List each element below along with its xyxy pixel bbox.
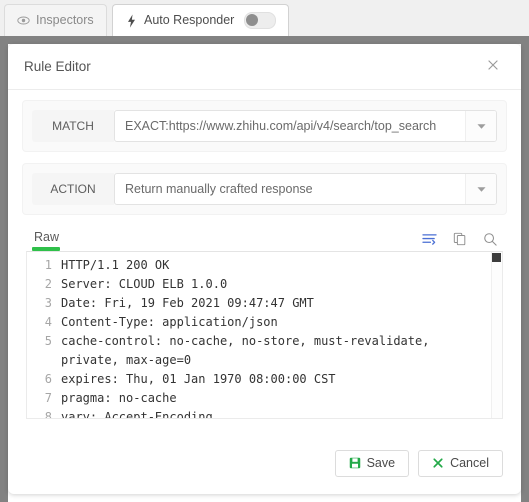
code-line: 3 Date: Fri, 19 Feb 2021 09:47:47 GMT	[27, 294, 502, 313]
dialog-header: Rule Editor	[8, 44, 521, 90]
action-row: ACTION Return manually crafted response	[22, 163, 507, 215]
tab-strip: Inspectors Auto Responder	[0, 0, 529, 36]
code-line: 5 cache-control: no-cache, no-store, mus…	[27, 332, 502, 370]
match-value: EXACT:https://www.zhihu.com/api/v4/searc…	[125, 119, 437, 133]
code-line: 6 expires: Thu, 01 Jan 1970 08:00:00 CST	[27, 370, 502, 389]
line-text: expires: Thu, 01 Jan 1970 08:00:00 CST	[61, 372, 336, 386]
left-scrollbar[interactable]	[0, 44, 8, 502]
line-number: 2	[44, 277, 52, 291]
action-select[interactable]: Return manually crafted response	[114, 173, 497, 205]
toggle-knob	[246, 14, 259, 26]
auto-responder-toggle[interactable]	[244, 12, 277, 29]
page-title: Rule Editor	[24, 59, 91, 74]
code-line: 8 vary: Accept-Encoding	[27, 408, 502, 419]
line-number: 5	[44, 334, 52, 348]
dialog-footer: Save Cancel	[8, 432, 521, 494]
code-line: 2 Server: CLOUD ELB 1.0.0	[27, 275, 502, 294]
tab-inspectors-label: Inspectors	[36, 13, 94, 28]
editor-tab-bar: Raw	[22, 226, 507, 251]
copy-icon[interactable]	[453, 232, 467, 246]
code-lines: 1 HTTP/1.1 200 OK 2 Server: CLOUD ELB 1.…	[27, 252, 502, 419]
line-text: vary: Accept-Encoding	[61, 410, 213, 419]
line-number: 3	[44, 296, 52, 310]
tab-raw[interactable]: Raw	[26, 228, 67, 251]
header-divider-band	[0, 36, 529, 44]
right-scrollbar[interactable]	[521, 44, 529, 502]
editor-toolbar	[422, 232, 503, 251]
code-line: 1 HTTP/1.1 200 OK	[27, 256, 502, 275]
lightning-icon	[125, 13, 138, 28]
word-wrap-icon[interactable]	[422, 233, 437, 246]
line-text: HTTP/1.1 200 OK	[61, 258, 170, 272]
match-input[interactable]: EXACT:https://www.zhihu.com/api/v4/searc…	[114, 110, 497, 142]
match-row: MATCH EXACT:https://www.zhihu.com/api/v4…	[22, 100, 507, 152]
chevron-down-icon[interactable]	[465, 111, 496, 141]
line-number: 6	[44, 372, 52, 386]
cancel-button[interactable]: Cancel	[418, 449, 503, 477]
line-number: 4	[44, 315, 52, 329]
cancel-button-label: Cancel	[450, 456, 489, 470]
tab-inspectors[interactable]: Inspectors	[4, 4, 107, 36]
x-mark-icon	[432, 457, 444, 469]
action-value: Return manually crafted response	[125, 182, 313, 196]
line-number: 7	[44, 391, 52, 405]
dialog-body: MATCH EXACT:https://www.zhihu.com/api/v4…	[8, 90, 521, 419]
code-scrollbar[interactable]	[491, 252, 502, 418]
tab-raw-label: Raw	[34, 230, 60, 244]
line-text: pragma: no-cache	[61, 391, 177, 405]
close-icon[interactable]	[483, 56, 503, 77]
line-text: Server: CLOUD ELB 1.0.0	[61, 277, 228, 291]
line-text: Content-Type: application/json	[61, 315, 278, 329]
save-button-label: Save	[366, 456, 396, 470]
search-icon[interactable]	[483, 232, 497, 246]
line-number: 1	[44, 258, 52, 272]
line-text: cache-control: no-cache, no-store, must-…	[61, 334, 437, 367]
match-label: MATCH	[32, 110, 114, 142]
chevron-down-icon[interactable]	[465, 174, 496, 204]
response-code-viewer[interactable]: 1 HTTP/1.1 200 OK 2 Server: CLOUD ELB 1.…	[26, 251, 503, 419]
line-number: 8	[44, 410, 52, 419]
rule-editor-dialog: Rule Editor MATCH EXACT:https://www.zhih…	[8, 44, 521, 494]
save-disk-icon	[349, 457, 361, 469]
code-line: 4 Content-Type: application/json	[27, 313, 502, 332]
eye-icon	[17, 14, 30, 27]
code-scrollbar-thumb[interactable]	[492, 253, 501, 262]
save-button[interactable]: Save	[334, 449, 410, 477]
tab-auto-responder[interactable]: Auto Responder	[112, 4, 290, 36]
line-text: Date: Fri, 19 Feb 2021 09:47:47 GMT	[61, 296, 314, 310]
code-line: 7 pragma: no-cache	[27, 389, 502, 408]
tab-auto-responder-label: Auto Responder	[144, 13, 235, 28]
action-label: ACTION	[32, 173, 114, 205]
